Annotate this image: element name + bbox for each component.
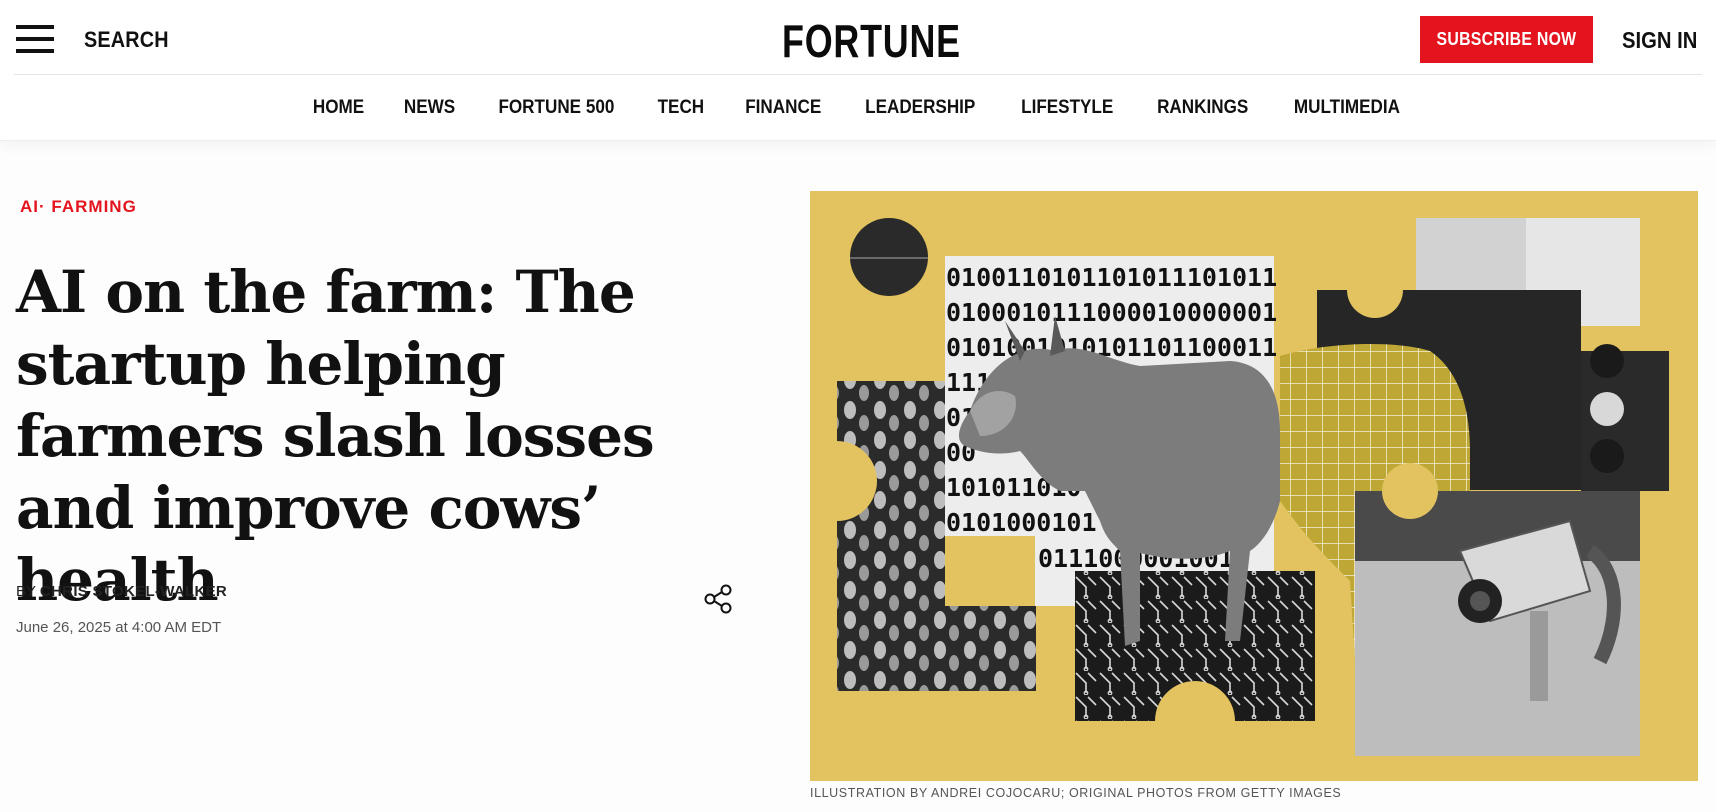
nav-item-rankings[interactable]: RANKINGS	[1157, 97, 1248, 119]
hamburger-menu-icon[interactable]	[16, 23, 54, 55]
nav-item-multimedia[interactable]: MULTIMEDIA	[1294, 97, 1400, 119]
nav-item-finance[interactable]: FINANCE	[745, 97, 821, 119]
subscribe-label: SUBSCRIBE NOW	[1436, 29, 1577, 49]
nav-item-home[interactable]: HOME	[313, 97, 364, 119]
subscribe-now-button[interactable]: SUBSCRIBE NOW	[1420, 16, 1593, 63]
hero-collage: 0100110101101011101011 01000101110000100…	[810, 218, 1669, 761]
binary-line: 0101001010101101100011	[946, 333, 1277, 362]
publish-date: June 26, 2025 at 4:00 AM EDT	[16, 619, 222, 636]
kicker-link-ai[interactable]: AI	[20, 197, 39, 216]
nav-item-tech[interactable]: TECH	[658, 97, 705, 119]
sign-in-link[interactable]: SIGN IN	[1622, 27, 1697, 54]
nav-item-lifestyle[interactable]: LIFESTYLE	[1021, 97, 1113, 119]
binary-line: 0100110101101011101011	[946, 263, 1277, 292]
nav-item-news[interactable]: NEWS	[404, 97, 455, 119]
fortune-logo[interactable]: FORTUNE	[782, 14, 960, 68]
share-icon[interactable]	[702, 583, 734, 615]
article-headline: AI on the farm: The startup helping farm…	[16, 258, 655, 614]
search-button[interactable]: SEARCH	[84, 27, 169, 53]
kicker-link-farming[interactable]: FARMING	[51, 197, 136, 216]
byline: BY CHRIS STOKEL-WALKER	[16, 583, 227, 600]
binary-line: 0100010111000010000001	[946, 298, 1277, 327]
top-header: SEARCH FORTUNE SUBSCRIBE NOW SIGN IN	[0, 0, 1716, 75]
image-caption: ILLUSTRATION BY ANDREI COJOCARU; ORIGINA…	[810, 786, 1342, 800]
author-link[interactable]: CHRIS STOKEL-WALKER	[40, 583, 227, 600]
byline-prefix: BY	[16, 583, 36, 600]
nav-item-fortune-500[interactable]: FORTUNE 500	[499, 97, 615, 119]
hero-illustration: 0100110101101011101011 01000101110000100…	[810, 191, 1698, 781]
nav-item-leadership[interactable]: LEADERSHIP	[866, 97, 976, 119]
article-kicker: AI· FARMING	[20, 197, 137, 217]
kicker-separator: ·	[39, 197, 46, 216]
binary-line: 0101000101	[946, 508, 1097, 537]
main-navigation: HOME NEWS FORTUNE 500 TECH FINANCE LEADE…	[0, 75, 1716, 141]
